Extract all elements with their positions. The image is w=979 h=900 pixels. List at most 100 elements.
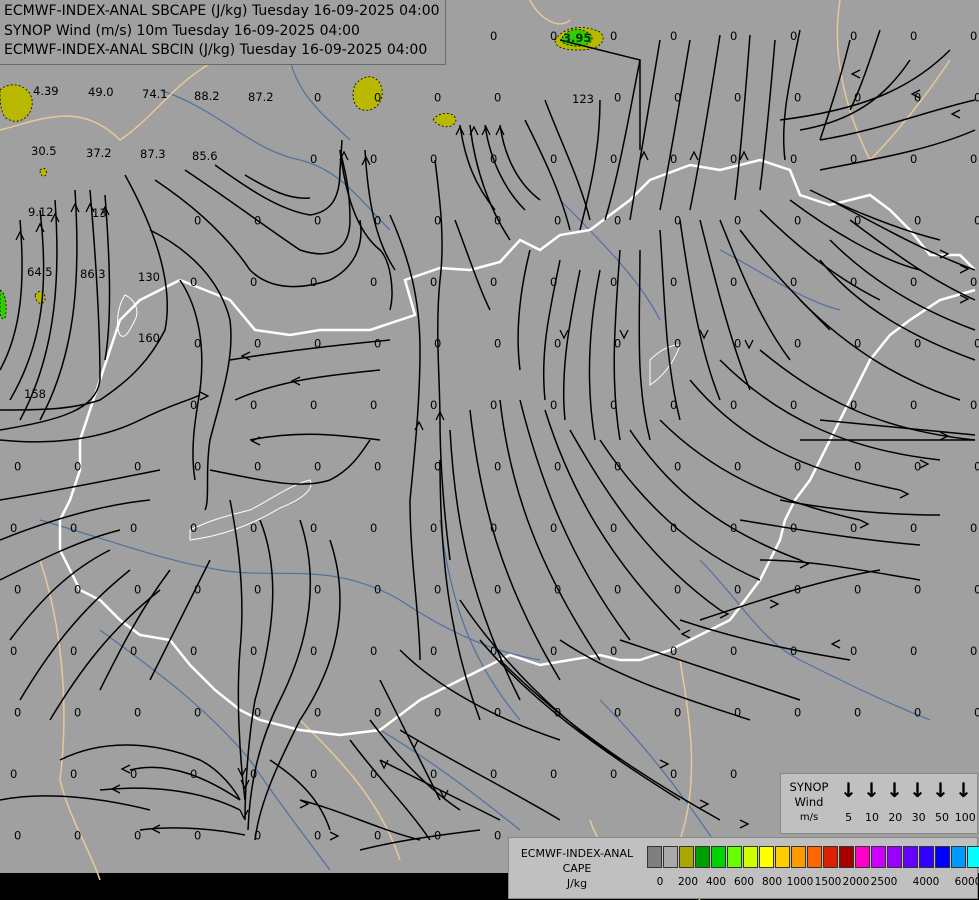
- cape-value: 37.2: [86, 146, 112, 160]
- cape-color-swatch: [919, 846, 934, 868]
- cape-value: 0: [374, 829, 381, 843]
- cape-value: 0: [10, 767, 17, 781]
- cape-value: 0: [14, 460, 21, 474]
- cape-value: 0: [734, 706, 741, 720]
- cape-value: 0: [970, 644, 977, 658]
- cape-value: 0: [314, 706, 321, 720]
- cape-value: 0: [434, 214, 441, 228]
- cape-value: 0: [490, 152, 497, 166]
- cape-value: 0: [74, 460, 81, 474]
- cape-value: 0: [130, 767, 137, 781]
- cape-value: 0: [854, 460, 861, 474]
- cape-value: 0: [430, 275, 437, 289]
- cape-value: 0: [850, 521, 857, 535]
- cape-value: 0: [794, 460, 801, 474]
- cape-color-swatch: [807, 846, 822, 868]
- cape-value: 0: [790, 521, 797, 535]
- cape-value: 0: [190, 644, 197, 658]
- cape-value: 0: [914, 337, 921, 351]
- cape-value: 0: [130, 521, 137, 535]
- cape-value: 0: [554, 460, 561, 474]
- cape-tick-label: 2500: [870, 876, 898, 888]
- cape-value: 0: [610, 644, 617, 658]
- cape-value: 0: [74, 583, 81, 597]
- wind-legend-value: 30: [911, 811, 926, 824]
- cape-value: 0: [310, 275, 317, 289]
- cape-value: 86.3: [80, 267, 106, 281]
- cape-value: 0: [974, 583, 979, 597]
- cape-value: 0: [370, 275, 377, 289]
- cape-value: 0: [670, 398, 677, 412]
- cape-color-legend: ECMWF-INDEX-ANAL CAPE J/kg 0 200 400 600 800…: [508, 837, 979, 899]
- cape-value: 3.95: [563, 31, 591, 45]
- cape-color-swatch: [871, 846, 886, 868]
- cape-value: 0: [910, 521, 917, 535]
- cape-value: 160: [138, 331, 160, 345]
- cape-legend-title: ECMWF-INDEX-ANAL: [520, 847, 634, 860]
- cape-value: 0: [490, 644, 497, 658]
- cape-color-swatch: [679, 846, 694, 868]
- cape-value: 0: [674, 91, 681, 105]
- cape-color-swatch: [759, 846, 774, 868]
- cape-value: 0: [250, 398, 257, 412]
- cape-value: 0: [854, 91, 861, 105]
- title-line-cin: ECMWF-INDEX-ANAL SBCIN (J/kg) Tuesday 16…: [4, 42, 428, 58]
- cape-value: 87.3: [140, 147, 166, 161]
- cape-color-swatch: [647, 846, 662, 868]
- cape-color-swatch: [711, 846, 726, 868]
- cape-value: 0: [914, 706, 921, 720]
- cape-value: 0: [970, 29, 977, 43]
- cape-value: 0: [134, 829, 141, 843]
- cape-value: 30.5: [31, 144, 57, 158]
- cape-value: 0: [314, 337, 321, 351]
- cape-color-swatch: [855, 846, 870, 868]
- cape-tick-label: 1000: [786, 876, 814, 888]
- cape-tick-label: 200: [677, 876, 699, 888]
- cape-color-swatch: [663, 846, 678, 868]
- cape-value: 0: [494, 214, 501, 228]
- cape-value: 0: [430, 152, 437, 166]
- cape-color-swatch: [839, 846, 854, 868]
- cape-value: 0: [730, 521, 737, 535]
- cape-value: 0: [134, 460, 141, 474]
- cape-value: 0: [490, 29, 497, 43]
- cape-value: 49.0: [88, 85, 114, 99]
- cape-value: 0: [374, 337, 381, 351]
- cape-value: 0: [310, 521, 317, 535]
- cape-legend-subtitle: CAPE: [562, 862, 592, 875]
- cape-value: 0: [74, 706, 81, 720]
- cape-value: 0: [494, 706, 501, 720]
- cape-color-swatch: [967, 846, 979, 868]
- cape-value: 0: [730, 152, 737, 166]
- cape-value: 0: [310, 767, 317, 781]
- cape-value: 0: [970, 521, 977, 535]
- cape-value: 0: [850, 275, 857, 289]
- cape-value: 0: [14, 706, 21, 720]
- cape-value: 0: [794, 91, 801, 105]
- cape-value: 0: [610, 275, 617, 289]
- cape-value: 0: [70, 521, 77, 535]
- cape-value: 0: [734, 460, 741, 474]
- cape-color-swatch: [823, 846, 838, 868]
- cape-value: 0: [614, 583, 621, 597]
- cape-value: 0: [370, 767, 377, 781]
- cape-value: 0: [194, 337, 201, 351]
- cape-value: 0: [194, 583, 201, 597]
- cape-value: 88.2: [194, 89, 220, 103]
- cape-value: 0: [610, 29, 617, 43]
- cape-value: 0: [850, 29, 857, 43]
- cape-value: 0: [914, 91, 921, 105]
- synop-legend-title: SYNOP: [789, 780, 829, 794]
- cape-value: 0: [670, 521, 677, 535]
- cape-value: 0: [254, 460, 261, 474]
- cape-value: 0: [434, 460, 441, 474]
- cape-color-swatch: [903, 846, 918, 868]
- cape-value: 0: [70, 767, 77, 781]
- cape-value: 0: [614, 706, 621, 720]
- synop-legend-unit: m/s: [799, 812, 819, 823]
- cape-value: 87.2: [248, 90, 274, 104]
- cape-value: 0: [614, 214, 621, 228]
- cape-value: 0: [250, 521, 257, 535]
- cape-color-swatch: [935, 846, 950, 868]
- cape-value: 0: [374, 460, 381, 474]
